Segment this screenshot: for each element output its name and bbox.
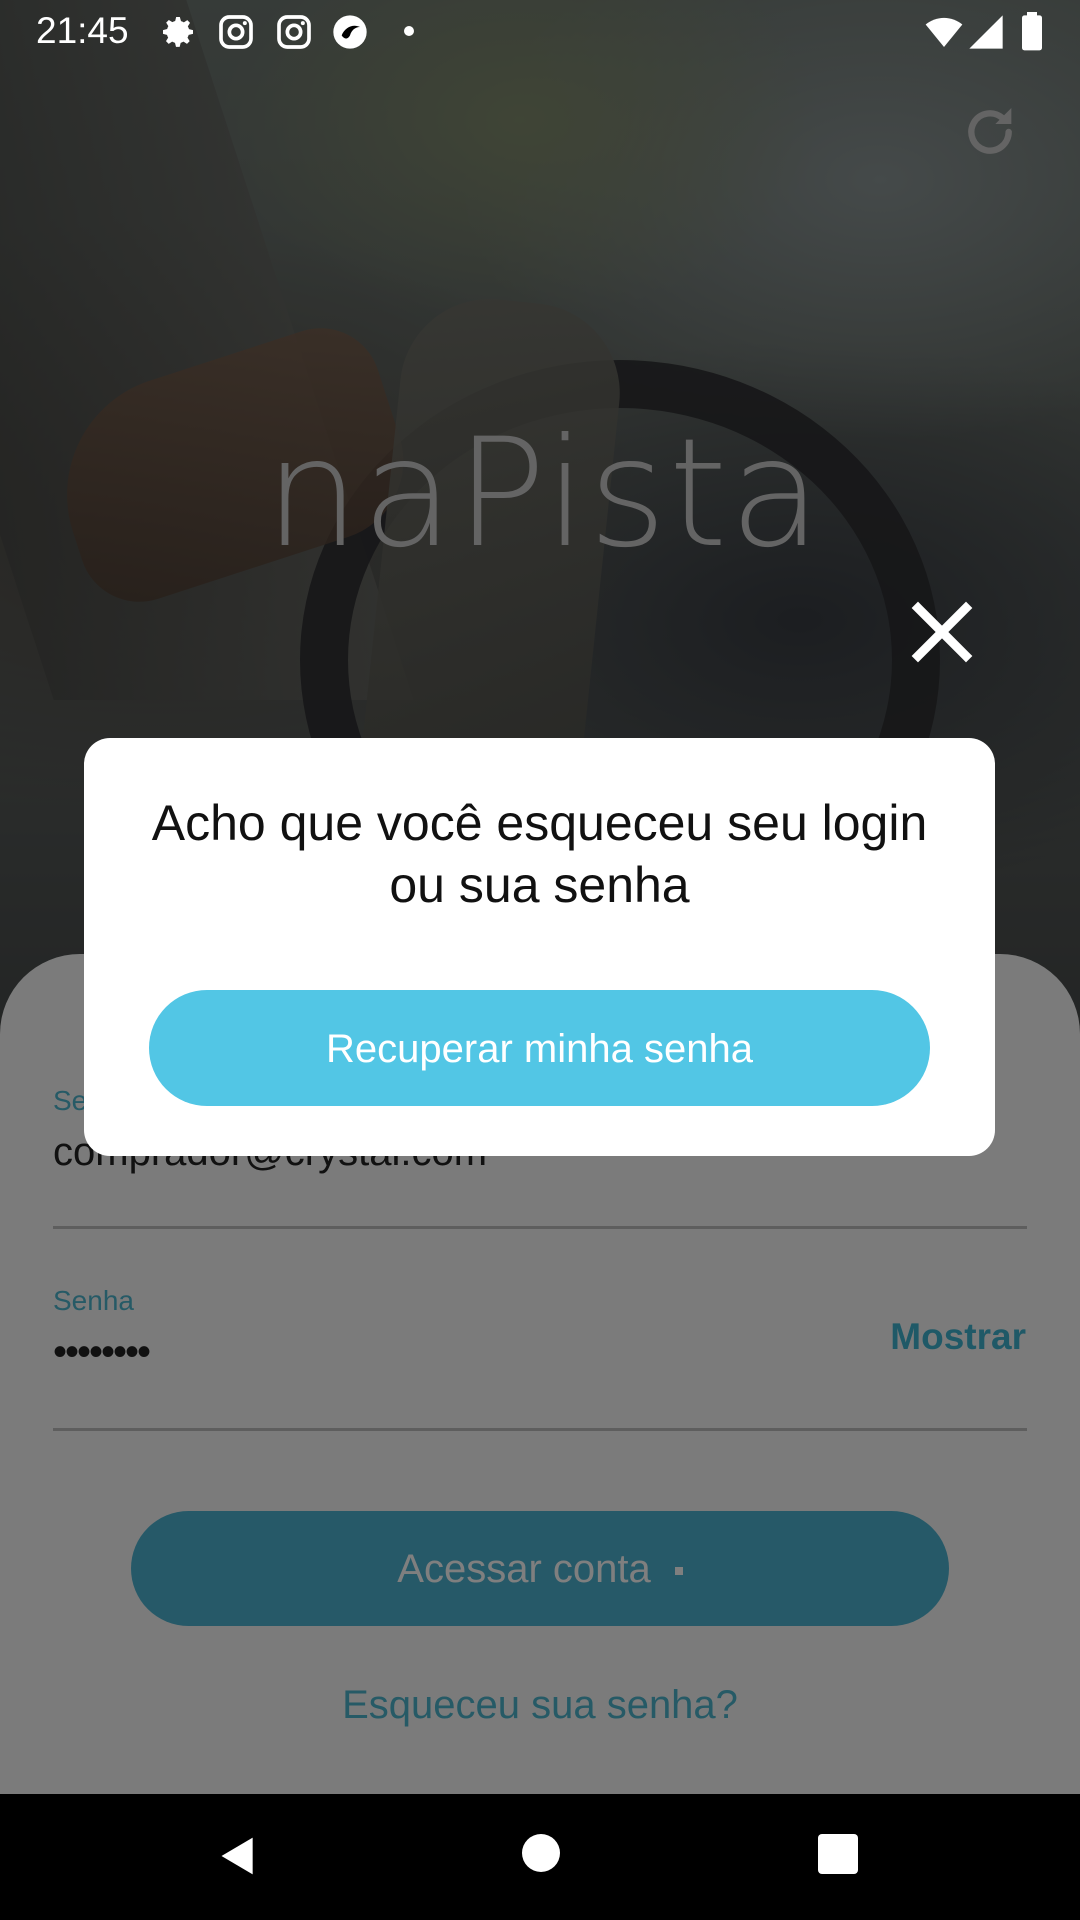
settings-icon — [163, 17, 193, 47]
wifi-icon — [925, 17, 963, 47]
recents-icon[interactable] — [818, 1834, 858, 1874]
app-icon — [333, 15, 367, 49]
home-icon[interactable] — [522, 1834, 560, 1872]
instagram-icon — [219, 15, 253, 49]
battery-icon — [1022, 12, 1042, 51]
back-icon[interactable] — [216, 1834, 260, 1878]
navigation-bar — [0, 1794, 1080, 1920]
dialog-title: Acho que você esqueceu seu login ou sua … — [151, 795, 928, 913]
status-bar: 21:45 — [0, 0, 1080, 64]
close-icon[interactable] — [906, 596, 978, 668]
status-time: 21:45 — [36, 10, 129, 51]
signal-icon — [969, 15, 1003, 49]
notification-dot — [404, 26, 414, 36]
instagram-icon — [277, 15, 311, 49]
forgot-password-dialog: Acho que você esqueceu seu login ou sua … — [84, 738, 995, 1156]
recover-password-button[interactable]: Recuperar minha senha — [149, 990, 930, 1106]
